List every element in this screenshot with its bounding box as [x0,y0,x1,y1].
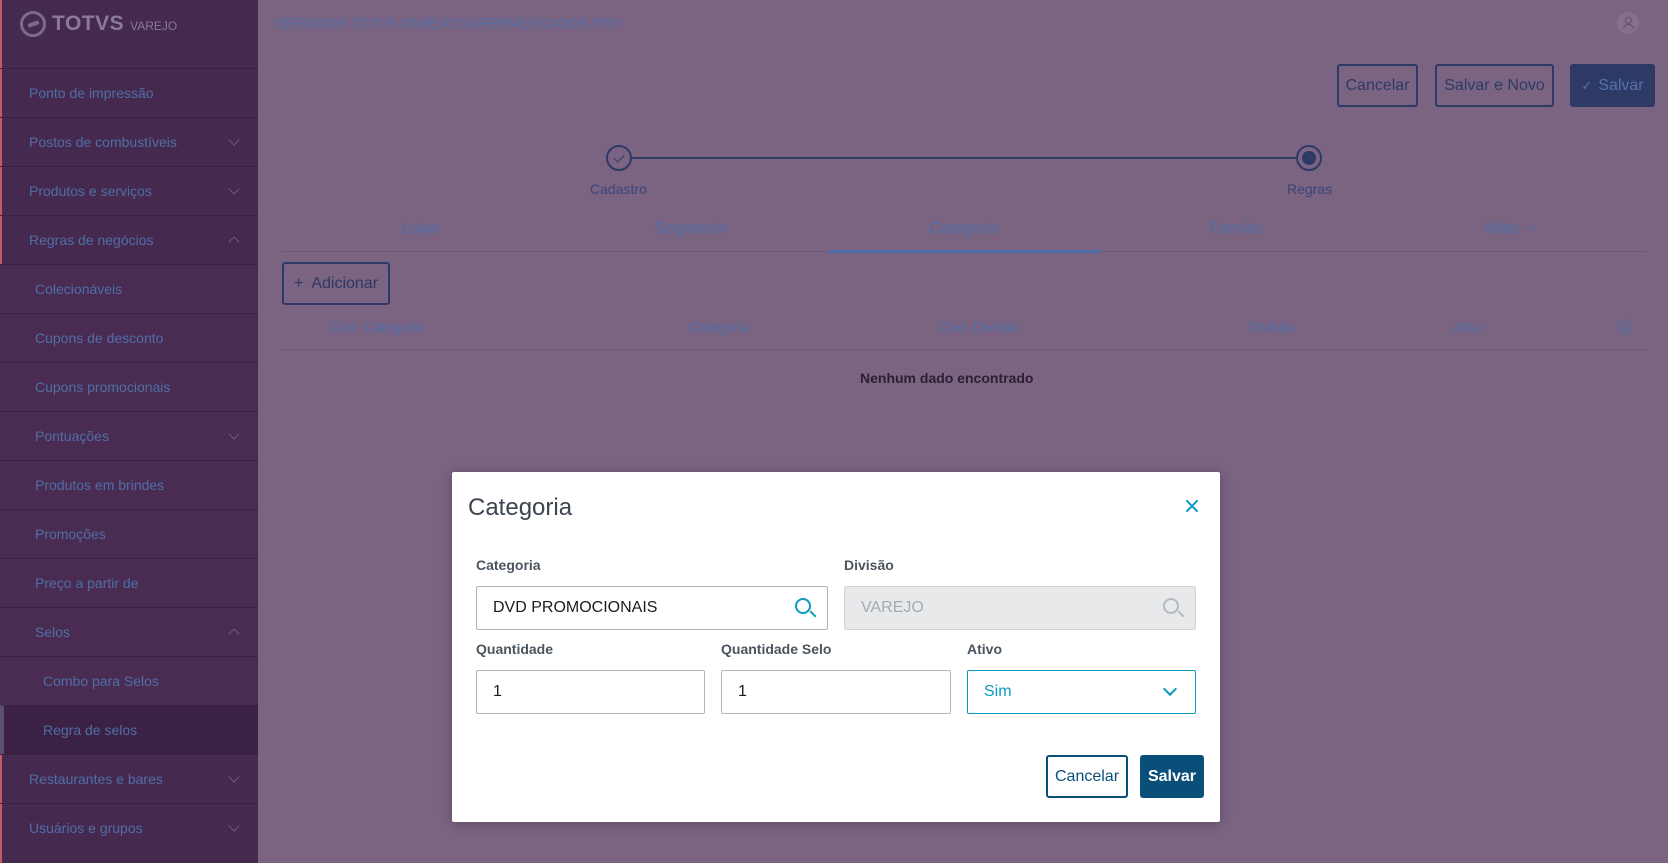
chevron-down-icon [1525,220,1536,231]
logo-sub: VAREJO [130,19,178,33]
cancel-button[interactable]: Cancelar [1337,64,1418,107]
sidebar-item-label: Cupons promocionais [35,379,171,395]
save-button-label: Salvar [1598,76,1644,94]
chevron-up-icon [228,628,240,640]
quantidade-selo-field[interactable]: 1 [721,670,951,714]
sidebar-item-combo-para-selos[interactable]: Combo para Selos [0,656,258,705]
quantidade-label: Quantidade [476,641,554,657]
quantidade-selo-value: 1 [738,683,747,700]
modal-title: Categoria [468,494,573,521]
sidebar-item-label: Promoções [35,526,106,542]
divisao-field: VAREJO [844,586,1196,630]
sidebar-item-usuarios-e-grupos[interactable]: Usuários e grupos [0,803,258,852]
save-and-new-button[interactable]: Salvar e Novo [1435,64,1554,107]
sidebar-item-label: Regras de negócios [29,232,154,248]
search-icon[interactable] [795,598,817,620]
sidebar-item-label: Colecionáveis [35,281,123,297]
sidebar-item-preco-a-partir-de[interactable]: Preço a partir de [0,558,258,607]
chevron-down-icon [1162,681,1178,697]
sidebar-item-regra-de-selos[interactable]: Regra de selos [0,705,258,754]
categoria-modal: Categoria Categoria DVD PROMOCIONAIS Div… [452,472,1220,822]
sidebar-item-produtos-em-brindes[interactable]: Produtos em brindes [0,460,258,509]
ativo-select[interactable]: Sim [967,670,1196,714]
chevron-down-icon [228,183,240,195]
step-cadastro-check-icon[interactable] [606,145,632,171]
sidebar-item-label: Usuários e grupos [29,820,143,836]
sidebar-item-pontuacoes[interactable]: Pontuações [0,411,258,460]
chevron-down-icon [228,428,240,440]
ativo-value: Sim [984,683,1012,700]
active-tab-indicator [828,250,1100,253]
categoria-field[interactable]: DVD PROMOCIONAIS [476,586,828,630]
sidebar-item-label: Preço a partir de [35,575,139,591]
quantidade-field[interactable]: 1 [476,670,705,714]
sidebar-item-regras-de-negocios[interactable]: Regras de negócios [0,215,258,264]
step-regras-label: Regras [1287,181,1333,197]
close-icon[interactable] [1183,497,1201,515]
sidebar-item-label: Combo para Selos [43,673,159,689]
sidebar: TOTVS VAREJO Ponto de impressão Postos d… [0,0,258,863]
column-header-divisao[interactable]: Divisão [1249,319,1295,335]
tab-categoria[interactable]: Categoria [904,220,1024,238]
tab-lojas[interactable]: Lojas [370,220,470,238]
divisao-value: VAREJO [861,599,924,616]
sidebar-item-cupons-de-desconto[interactable]: Cupons de desconto [0,313,258,362]
sidebar-item-selos[interactable]: Selos [0,607,258,656]
sidebar-item-colecionaveis[interactable]: Colecionáveis [0,264,258,313]
modal-save-button[interactable]: Salvar [1140,755,1204,798]
column-header-categoria[interactable]: Categoria [688,319,749,335]
empty-state-text: Nenhum dado encontrado [860,370,1034,386]
sidebar-item-label: Regra de selos [43,722,138,738]
step-cadastro-label: Cadastro [590,181,647,197]
sidebar-item-cupons-promocionais[interactable]: Cupons promocionais [0,362,258,411]
sidebar-item-postos-de-combustiveis[interactable]: Postos de combustíveis [0,117,258,166]
tab-segmento[interactable]: Segmento [636,220,746,238]
tab-mais[interactable]: Mais [1470,220,1550,238]
divisao-label: Divisão [844,557,894,573]
stepper-line [632,157,1308,159]
sidebar-item-ponto-de-impressao[interactable]: Ponto de impressão [0,68,258,117]
sidebar-item-label: Cupons de desconto [35,330,164,346]
logo-brand: TOTVS [52,12,125,35]
sidebar-item-promocoes[interactable]: Promoções [0,509,258,558]
table-header-divider [281,349,1647,350]
sidebar-item-label: Restaurantes e bares [29,771,163,787]
sidebar-menu: Ponto de impressão Postos de combustívei… [0,68,258,852]
column-header-cod-divisao[interactable]: Cód. Divisão [940,319,1019,335]
sidebar-item-label: Ponto de impressão [29,85,154,101]
column-header-cod-categoria[interactable]: Cód. Categoria [330,319,424,335]
sidebar-item-label: Produtos e serviços [29,183,152,199]
column-header-ativo[interactable]: Ativo [1453,319,1484,335]
gear-icon[interactable] [1617,319,1632,334]
search-icon [1163,598,1185,620]
sidebar-item-produtos-e-servicos[interactable]: Produtos e serviços [0,166,258,215]
sidebar-item-label: Pontuações [35,428,109,444]
categoria-value: DVD PROMOCIONAIS [493,599,658,616]
add-button-label: Adicionar [311,274,379,292]
quantidade-value: 1 [493,683,502,700]
sidebar-item-label: Postos de combustíveis [29,134,177,150]
categoria-label: Categoria [476,557,541,573]
totvs-logo-icon [20,11,46,37]
tab-mais-label: Mais [1485,220,1520,237]
tab-familia[interactable]: Família [1186,220,1286,238]
server-title: SERVIDOR TOTVS VAREJO SUPERMERCADOS PDV [274,15,622,31]
sidebar-item-restaurantes-e-bares[interactable]: Restaurantes e bares [0,754,258,803]
chevron-down-icon [228,134,240,146]
chevron-down-icon [228,771,240,783]
step-regras-icon[interactable] [1296,145,1322,171]
sidebar-item-label: Selos [35,624,71,640]
chevron-up-icon [228,236,240,248]
sidebar-item-label: Produtos em brindes [35,477,165,493]
ativo-label: Ativo [967,641,1002,657]
check-icon: ✓ [1581,77,1593,93]
add-button[interactable]: + Adicionar [282,262,390,305]
save-button[interactable]: ✓ Salvar [1570,64,1655,107]
plus-icon: + [293,274,304,292]
chevron-down-icon [228,820,240,832]
user-icon[interactable] [1617,12,1639,34]
quantidade-selo-label: Quantidade Selo [721,641,832,657]
modal-cancel-button[interactable]: Cancelar [1046,755,1128,798]
logo: TOTVS VAREJO [20,10,177,38]
